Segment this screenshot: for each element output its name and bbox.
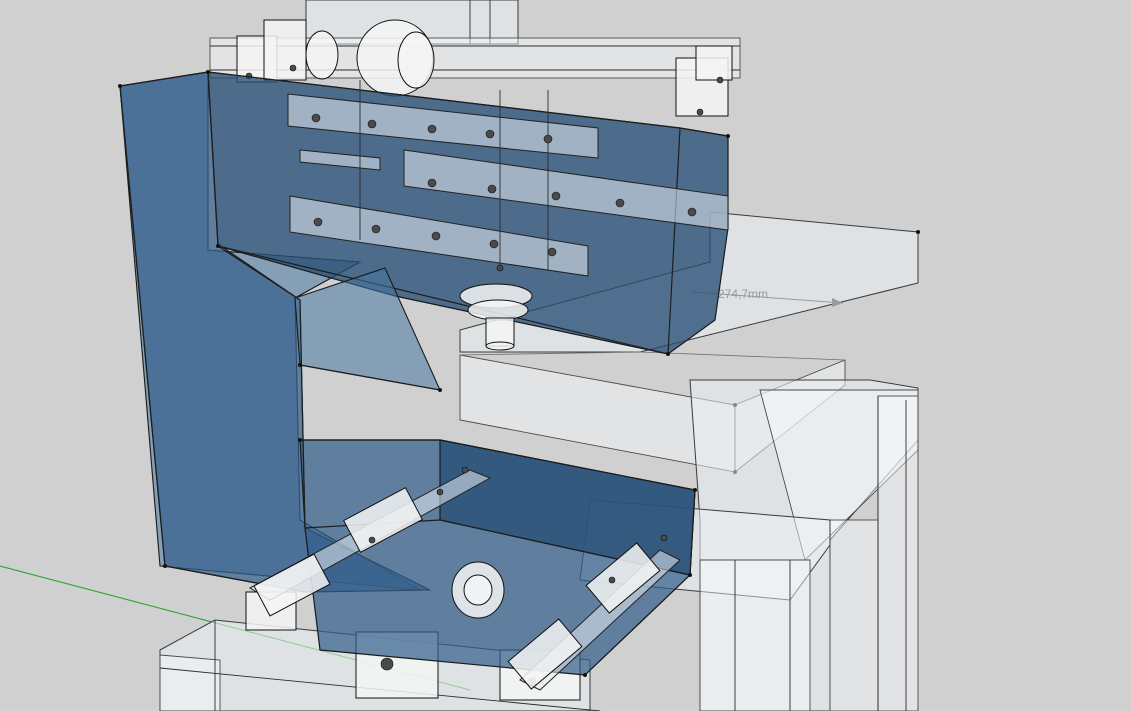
3d-viewport[interactable]: 274,7mm [0, 0, 1131, 711]
dimension-label: 274,7mm [718, 287, 768, 301]
cnc-machine-model[interactable]: 274,7mm [0, 0, 1131, 711]
